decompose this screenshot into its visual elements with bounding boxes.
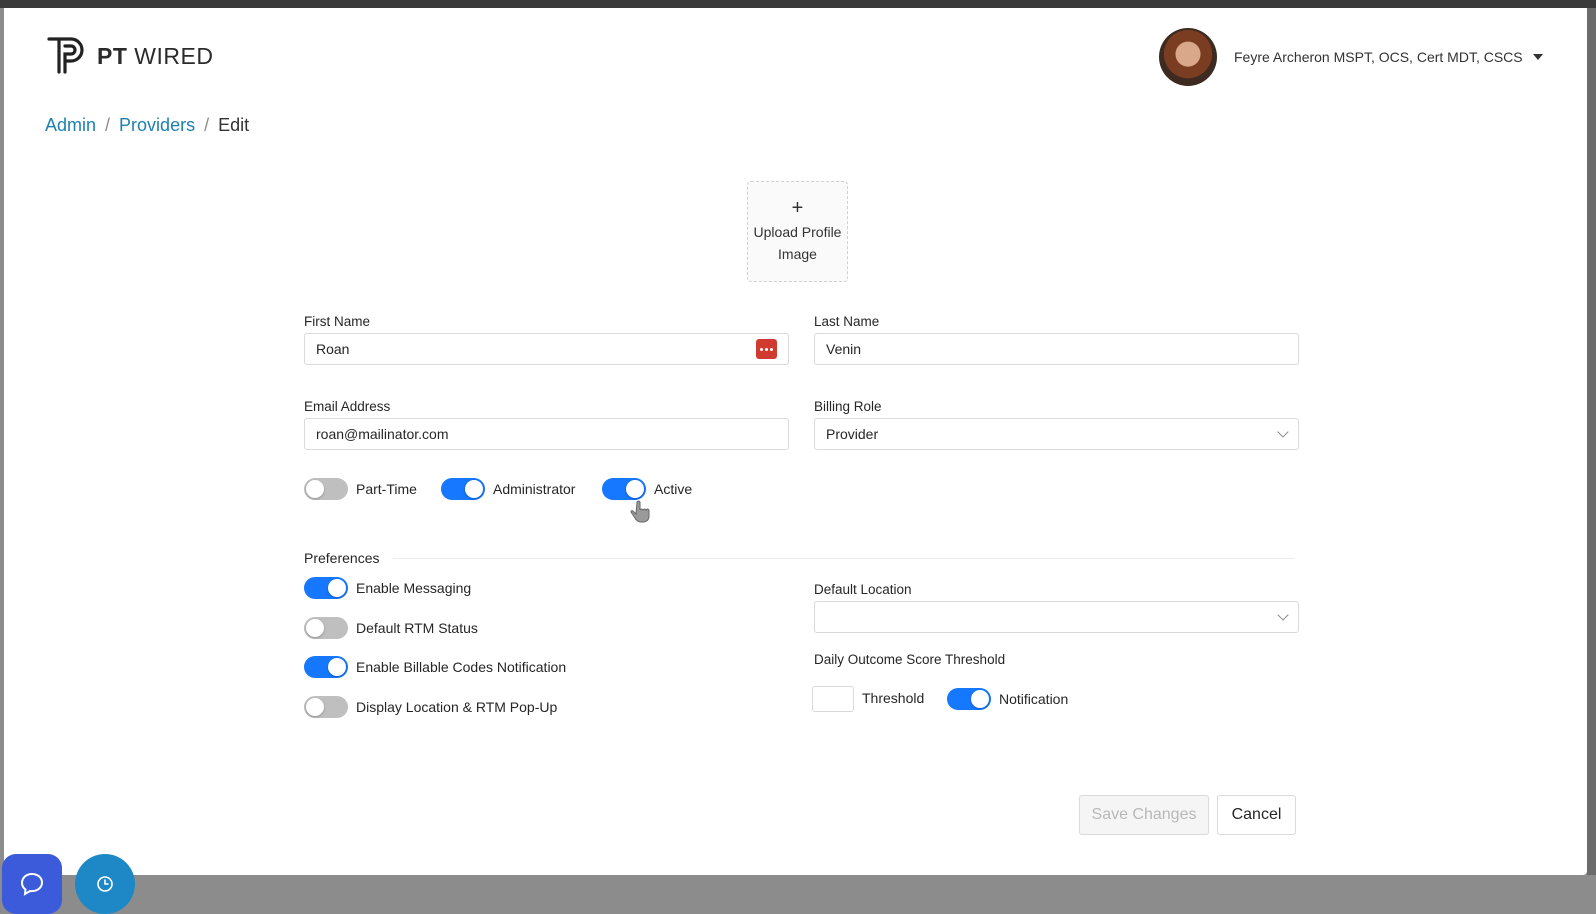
chevron-down-icon bbox=[1277, 609, 1289, 621]
first-name-value: Roan bbox=[316, 341, 350, 357]
preferences-section-title: Preferences bbox=[304, 550, 1294, 566]
breadcrumb: Admin / Providers / Edit bbox=[45, 115, 249, 136]
preferences-title: Preferences bbox=[304, 550, 380, 566]
window-top-strip bbox=[0, 0, 1596, 8]
enable-messaging-row: Enable Messaging bbox=[304, 577, 471, 599]
default-rtm-status-row: Default RTM Status bbox=[304, 617, 478, 639]
upload-label-line2: Image bbox=[778, 246, 817, 262]
enable-messaging-label: Enable Messaging bbox=[356, 580, 472, 596]
first-name-label: First Name bbox=[304, 314, 371, 329]
divider bbox=[393, 557, 1294, 559]
last-name-label: Last Name bbox=[814, 314, 880, 329]
administrator-switch[interactable] bbox=[441, 478, 485, 500]
part-time-toggle-row: Part-Time bbox=[304, 478, 417, 500]
active-switch[interactable] bbox=[602, 478, 646, 500]
administrator-label: Administrator bbox=[493, 481, 576, 497]
location-rtm-popup-row: Display Location & RTM Pop-Up bbox=[304, 696, 557, 718]
breadcrumb-separator: / bbox=[105, 115, 111, 135]
part-time-label: Part-Time bbox=[356, 481, 417, 497]
plus-icon: + bbox=[791, 197, 804, 219]
billable-codes-notification-switch[interactable] bbox=[304, 656, 348, 678]
email-field[interactable]: roan@mailinator.com bbox=[304, 418, 789, 450]
threshold-input[interactable] bbox=[812, 686, 854, 712]
chevron-down-icon bbox=[1277, 426, 1289, 438]
threshold-label: Threshold bbox=[862, 690, 925, 706]
brand-name: PT WIRED bbox=[97, 42, 214, 69]
timer-help-button[interactable] bbox=[75, 854, 135, 914]
upload-profile-image-button[interactable]: + Upload Profile Image bbox=[747, 181, 848, 282]
window-right-gutter bbox=[1587, 8, 1596, 875]
default-rtm-status-label: Default RTM Status bbox=[356, 620, 478, 636]
cancel-button[interactable]: Cancel bbox=[1217, 795, 1296, 835]
notification-switch[interactable] bbox=[947, 688, 991, 710]
avatar[interactable] bbox=[1159, 28, 1217, 86]
default-location-label: Default Location bbox=[814, 582, 912, 597]
active-toggle-row: Active bbox=[602, 478, 692, 500]
user-name[interactable]: Feyre Archeron MSPT, OCS, Cert MDT, CSCS bbox=[1234, 49, 1523, 65]
billable-codes-notification-label: Enable Billable Codes Notification bbox=[356, 659, 567, 675]
default-location-select[interactable] bbox=[814, 601, 1299, 633]
daily-outcome-threshold-label: Daily Outcome Score Threshold bbox=[814, 652, 1006, 667]
save-changes-button[interactable]: Save Changes bbox=[1079, 795, 1209, 835]
notification-toggle-row: Notification bbox=[947, 688, 1068, 710]
location-rtm-popup-switch[interactable] bbox=[304, 696, 348, 718]
breadcrumb-separator: / bbox=[204, 115, 210, 135]
chat-bubble-icon bbox=[20, 872, 44, 896]
notification-label: Notification bbox=[999, 691, 1069, 707]
part-time-switch[interactable] bbox=[304, 478, 348, 500]
breadcrumb-admin[interactable]: Admin bbox=[45, 115, 96, 136]
upload-label-line1: Upload Profile bbox=[753, 224, 842, 240]
enable-messaging-switch[interactable] bbox=[304, 577, 348, 599]
administrator-toggle-row: Administrator bbox=[441, 478, 575, 500]
billing-role-select[interactable]: Provider bbox=[814, 418, 1299, 450]
clock-icon bbox=[97, 876, 113, 892]
page: PT WIRED Feyre Archeron MSPT, OCS, Cert … bbox=[4, 8, 1587, 875]
chat-support-button[interactable] bbox=[2, 854, 62, 914]
email-value: roan@mailinator.com bbox=[316, 426, 449, 442]
caret-down-icon[interactable] bbox=[1532, 54, 1543, 60]
last-name-field[interactable]: Venin bbox=[814, 333, 1299, 365]
location-rtm-popup-label: Display Location & RTM Pop-Up bbox=[356, 699, 558, 715]
password-manager-icon[interactable] bbox=[756, 339, 777, 359]
active-label: Active bbox=[654, 481, 693, 497]
hand-cursor-icon bbox=[630, 500, 650, 523]
billing-role-label: Billing Role bbox=[814, 399, 882, 414]
email-label: Email Address bbox=[304, 399, 391, 414]
breadcrumb-providers[interactable]: Providers bbox=[119, 115, 195, 136]
default-rtm-status-switch[interactable] bbox=[304, 617, 348, 639]
billable-codes-notification-row: Enable Billable Codes Notification bbox=[304, 656, 566, 678]
threshold-text-row: Threshold bbox=[862, 690, 924, 706]
user-menu[interactable]: Feyre Archeron MSPT, OCS, Cert MDT, CSCS bbox=[1159, 28, 1543, 86]
pt-logo-icon bbox=[47, 37, 84, 74]
billing-role-value: Provider bbox=[826, 426, 879, 442]
last-name-value: Venin bbox=[826, 341, 862, 357]
breadcrumb-current: Edit bbox=[218, 115, 250, 135]
first-name-field[interactable]: Roan bbox=[304, 333, 789, 365]
brand-logo[interactable]: PT WIRED bbox=[45, 34, 213, 78]
